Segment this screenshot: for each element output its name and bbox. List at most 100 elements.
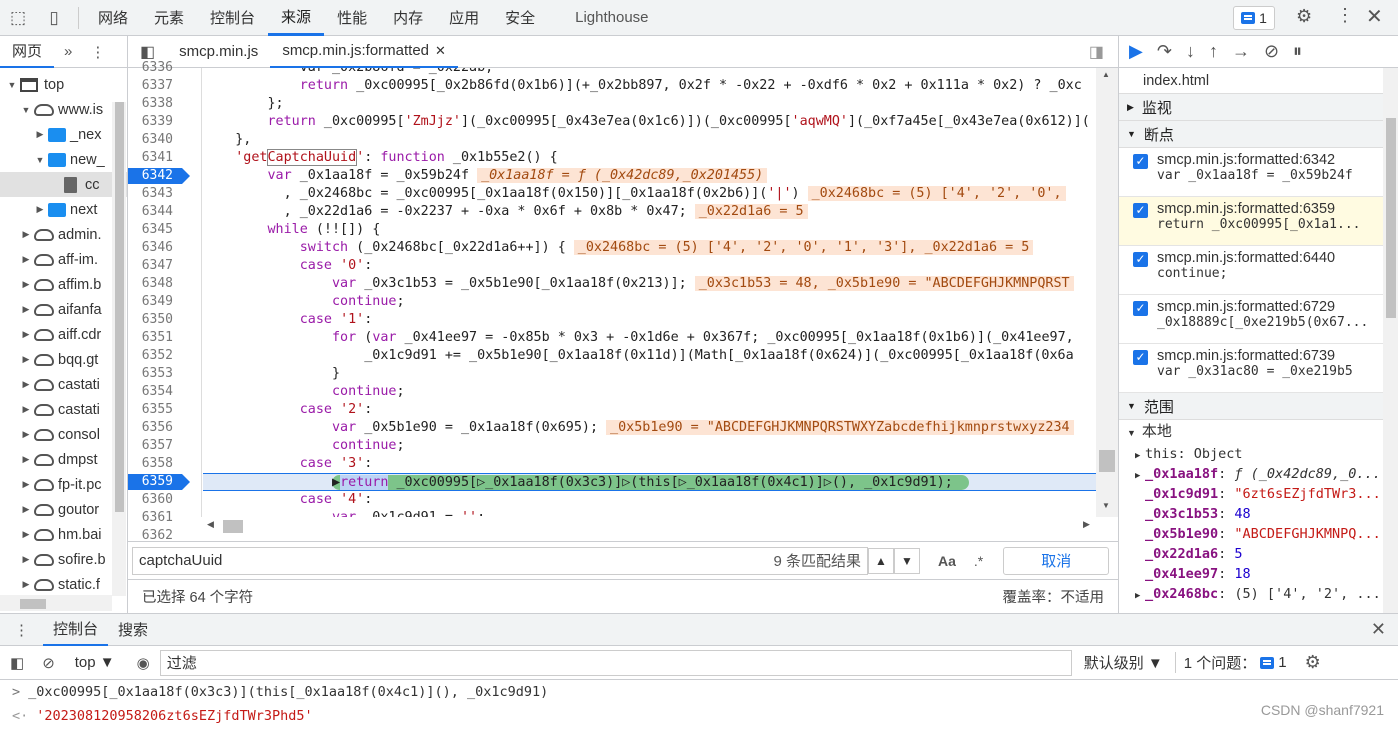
line-number[interactable]: 6345 — [128, 221, 201, 239]
tab-elements[interactable]: 元素 — [141, 0, 197, 36]
debugger-scrollbar[interactable] — [1383, 68, 1398, 613]
expand-arrow-icon[interactable]: ▶ — [20, 554, 32, 565]
breakpoint-item[interactable]: ✓ smcp.min.js:formatted:6359 return _0xc00… — [1119, 197, 1398, 246]
line-number[interactable]: 6348 — [128, 275, 201, 293]
expand-arrow-icon[interactable]: ▶ — [20, 429, 32, 440]
device-toolbar-icon[interactable]: ▯ — [36, 0, 72, 36]
tree-item[interactable]: ▶ aff-im. — [0, 247, 127, 272]
expand-arrow-icon[interactable]: ▶ — [20, 354, 32, 365]
code-view[interactable]: var _0x2b86fd = _0x22ab; return _0xc0099… — [203, 68, 1096, 517]
more-tabs-icon[interactable]: » — [64, 43, 72, 60]
line-number[interactable]: 6356 — [128, 419, 201, 437]
scope-expand-icon[interactable]: ▶ — [1135, 466, 1145, 486]
line-number[interactable]: 6353 — [128, 365, 201, 383]
scope-section-header[interactable]: ▼ 范围 — [1119, 393, 1398, 420]
drawer-menu-icon[interactable]: ⋮ — [0, 621, 43, 639]
inspect-element-icon[interactable]: ⬚ — [0, 0, 36, 36]
expand-arrow-icon[interactable]: ▶ — [20, 504, 32, 515]
line-number[interactable]: 6344 — [128, 203, 201, 221]
tree-item[interactable]: ▶ next — [0, 197, 127, 222]
line-number[interactable]: 6336 — [128, 59, 201, 77]
tree-item[interactable]: ▼ new_ — [0, 147, 127, 172]
tree-item[interactable]: ▶ bqq.gt — [0, 347, 127, 372]
line-number[interactable]: 6351 — [128, 329, 201, 347]
pause-on-exceptions-icon[interactable]: ⏸ — [1293, 41, 1302, 62]
local-scope-header[interactable]: ▼ 本地 — [1119, 420, 1398, 444]
close-drawer-icon[interactable]: ✕ — [1371, 619, 1398, 640]
breakpoint-line-number[interactable]: 6359 — [128, 473, 201, 491]
tab-performance[interactable]: 性能 — [324, 0, 380, 36]
scope-variable[interactable]: _0x1c9d91: "6zt6sEZjfdTWr3... — [1119, 484, 1398, 504]
expand-arrow-icon[interactable]: ▶ — [20, 529, 32, 540]
drawer-tab-search[interactable]: 搜索 — [108, 619, 158, 640]
tree-item[interactable]: cc — [0, 172, 127, 197]
tab-sources[interactable]: 来源 — [268, 0, 325, 36]
navigator-h-scroll-thumb[interactable] — [20, 599, 46, 609]
previous-match-icon[interactable]: ▲ — [868, 547, 894, 574]
expand-arrow-icon[interactable]: ▼ — [6, 80, 18, 90]
settings-gear-icon[interactable]: ⚙ — [1296, 6, 1312, 27]
expand-arrow-icon[interactable]: ▼ — [34, 155, 46, 165]
match-case-button[interactable]: Aa — [938, 553, 956, 569]
close-devtools-icon[interactable]: ✕ — [1366, 4, 1383, 29]
tree-item[interactable]: ▶ fp-it.pc — [0, 472, 127, 497]
editor-scrollbar[interactable]: ▲ ▼ — [1096, 68, 1118, 517]
debugger-scroll-thumb[interactable] — [1386, 118, 1396, 318]
tab-security[interactable]: 安全 — [492, 0, 548, 36]
line-number[interactable]: 6360 — [128, 491, 201, 509]
tab-application[interactable]: 应用 — [436, 0, 492, 36]
scope-variable[interactable]: ▶ _0x2468bc: (5) ['4', '2', ... — [1119, 584, 1398, 604]
filter-input[interactable]: 过滤 — [159, 649, 1072, 676]
editor-h-scroll-thumb[interactable] — [223, 520, 243, 533]
tree-item[interactable]: ▶ admin. — [0, 222, 127, 247]
breakpoint-line-number[interactable]: 6342 — [128, 167, 201, 185]
navigator-menu-icon[interactable]: ⋮ — [90, 43, 105, 61]
scope-variable[interactable]: _0x5b1e90: "ABCDEFGHJKMNPQ... — [1119, 524, 1398, 544]
editor-scroll-thumb[interactable] — [1099, 450, 1115, 472]
breakpoint-checkbox[interactable]: ✓ — [1133, 154, 1148, 169]
tree-item[interactable]: ▶ castati — [0, 372, 127, 397]
expand-arrow-icon[interactable]: ▶ — [20, 379, 32, 390]
drawer-tab-console[interactable]: 控制台 — [43, 614, 109, 646]
editor-h-scrollbar[interactable]: ◀ ▶ — [203, 517, 1096, 535]
line-number[interactable]: 6361 — [128, 509, 201, 527]
toggle-debugger-icon[interactable]: ◨ — [1089, 42, 1118, 62]
tree-item[interactable]: ▶ aiff.cdr — [0, 322, 127, 347]
file-tab-formatted[interactable]: smcp.min.js:formatted ✕ — [270, 36, 458, 68]
close-tab-icon[interactable]: ✕ — [435, 43, 446, 59]
breakpoint-checkbox[interactable]: ✓ — [1133, 350, 1148, 365]
scope-expand-icon[interactable]: ▶ — [1135, 586, 1145, 606]
tree-item[interactable]: ▼ top — [0, 72, 127, 97]
line-number[interactable]: 6357 — [128, 437, 201, 455]
watch-section-header[interactable]: ▶ 监视 — [1119, 94, 1398, 121]
scroll-up-icon[interactable]: ▲ — [1102, 70, 1110, 79]
line-number[interactable]: 6338 — [128, 95, 201, 113]
navigator-h-scrollbar[interactable] — [0, 595, 112, 611]
breakpoint-checkbox[interactable]: ✓ — [1133, 252, 1148, 267]
coverage-status[interactable]: 覆盖率：不适用 — [1003, 586, 1105, 607]
scope-expand-icon[interactable]: ▶ — [1135, 446, 1145, 466]
console-settings-icon[interactable]: ⚙ — [1295, 652, 1331, 673]
breakpoint-item[interactable]: ✓ smcp.min.js:formatted:6440 continue; — [1119, 246, 1398, 295]
issues-badge-button[interactable]: 1 — [1233, 6, 1275, 30]
expand-arrow-icon[interactable]: ▶ — [20, 479, 32, 490]
expand-arrow-icon[interactable]: ▼ — [20, 105, 32, 115]
context-selector[interactable]: top ▼ — [63, 654, 127, 671]
breakpoints-section-header[interactable]: ▼ 断点 — [1119, 121, 1398, 148]
next-match-icon[interactable]: ▼ — [894, 547, 920, 574]
resume-icon[interactable]: ▶ — [1129, 41, 1143, 62]
scope-variable[interactable]: ▶ this: Object — [1119, 444, 1398, 464]
line-number[interactable]: 6349 — [128, 293, 201, 311]
expand-arrow-icon[interactable]: ▶ — [20, 254, 32, 265]
line-number[interactable]: 6352 — [128, 347, 201, 365]
expand-arrow-icon[interactable]: ▶ — [20, 404, 32, 415]
step-over-icon[interactable]: ↷ — [1157, 41, 1172, 62]
expand-arrow-icon[interactable]: ▶ — [20, 454, 32, 465]
more-options-icon[interactable]: ⋮ — [1336, 5, 1354, 26]
navigator-scroll-thumb[interactable] — [115, 102, 124, 512]
expand-arrow-icon[interactable]: ▶ — [34, 204, 46, 215]
scope-variable[interactable]: _0x41ee97: 18 — [1119, 564, 1398, 584]
scope-variable[interactable]: _0x22d1a6: 5 — [1119, 544, 1398, 564]
expand-arrow-icon[interactable]: ▶ — [20, 279, 32, 290]
tree-item[interactable]: ▶ consol — [0, 422, 127, 447]
